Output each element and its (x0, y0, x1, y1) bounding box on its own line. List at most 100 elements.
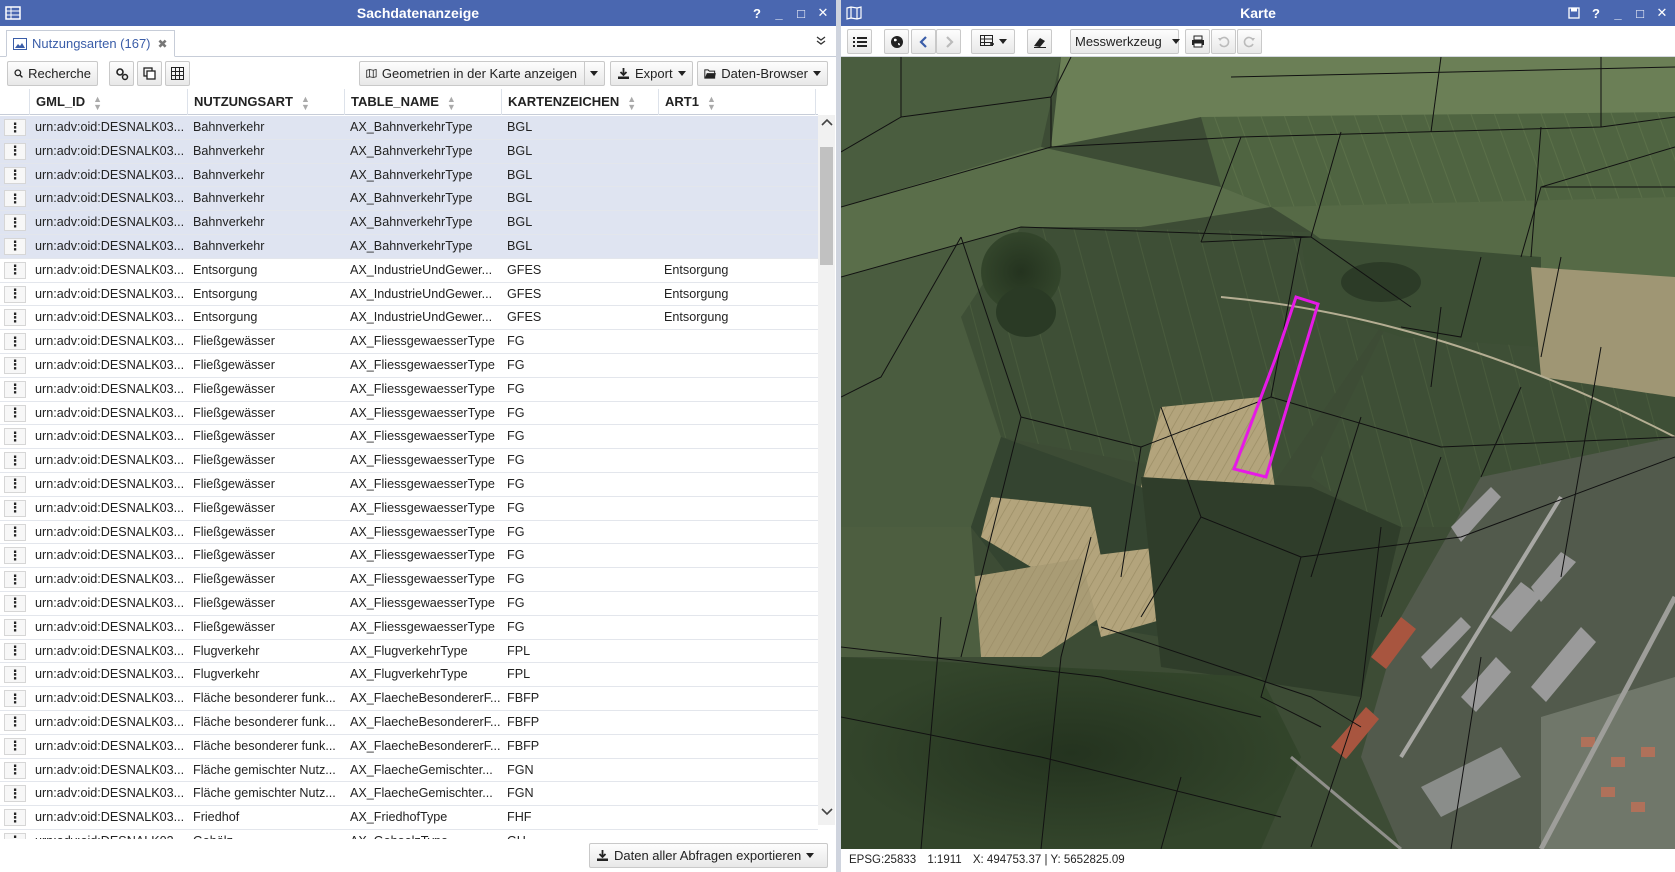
table-row[interactable]: ⋮ urn:adv:oid:DESNALK03... Fläche gemischt… (0, 759, 818, 783)
minimize-button[interactable]: _ (1609, 3, 1627, 23)
table-row[interactable]: ⋮ urn:adv:oid:DESNALK03... Fließgewässer AX… (0, 568, 818, 592)
recherche-button[interactable]: Recherche (7, 61, 98, 86)
table-row[interactable]: ⋮ urn:adv:oid:DESNALK03... Fließgewässer AX… (0, 544, 818, 569)
globe-button[interactable] (884, 29, 909, 54)
header-table-name[interactable]: TABLE_NAME ▲ ▼ (345, 89, 502, 115)
tab-close-icon[interactable]: ✖ (158, 37, 168, 51)
row-menu-icon[interactable]: ⋮ (4, 166, 26, 184)
table-row[interactable]: ⋮ urn:adv:oid:DESNALK03... Fläche besonder… (0, 711, 818, 735)
row-menu-icon[interactable]: ⋮ (4, 523, 26, 541)
header-gml-id[interactable]: GML_ID ▲ ▼ (30, 89, 188, 115)
table-row[interactable]: ⋮ urn:adv:oid:DESNALK03... Flugverkehr AX_F… (0, 640, 818, 664)
header-kartenzeichen[interactable]: KARTENZEICHEN ▲ ▼ (502, 89, 659, 115)
table-row[interactable]: ⋮ urn:adv:oid:DESNALK03... Fließgewässer AX… (0, 449, 818, 473)
row-menu-icon[interactable]: ⋮ (4, 142, 26, 160)
table-row[interactable]: ⋮ urn:adv:oid:DESNALK03... Bahnverkehr AX_B… (0, 234, 818, 259)
row-menu-icon[interactable]: ⋮ (4, 713, 26, 731)
tab-overflow-chevron-icon[interactable] (816, 34, 826, 48)
daten-browser-button[interactable]: Daten-Browser (697, 61, 828, 86)
forward-button[interactable] (936, 29, 961, 54)
table-row[interactable]: ⋮ urn:adv:oid:DESNALK03... Bahnverkehr AX_B… (0, 116, 818, 140)
row-menu-icon[interactable]: ⋮ (4, 333, 26, 351)
sachdaten-titlebar[interactable]: Sachdatenanzeige ? _ □ ✕ (0, 0, 836, 26)
row-menu-icon[interactable]: ⋮ (4, 594, 26, 612)
close-button[interactable]: ✕ (1653, 3, 1671, 23)
row-menu-icon[interactable]: ⋮ (4, 571, 26, 589)
scroll-down-chevron-icon[interactable] (820, 807, 833, 820)
table-row[interactable]: ⋮ urn:adv:oid:DESNALK03... Bahnverkehr AX_B… (0, 139, 818, 164)
row-menu-icon[interactable]: ⋮ (4, 690, 26, 708)
export-all-button[interactable]: Daten aller Abfragen exportieren (589, 843, 828, 868)
row-menu-icon[interactable]: ⋮ (4, 475, 26, 493)
table-row[interactable]: ⋮ urn:adv:oid:DESNALK03... Fließgewässer AX… (0, 354, 818, 378)
layer-list-button[interactable] (847, 29, 872, 54)
table-row[interactable]: ⋮ urn:adv:oid:DESNALK03... Fließgewässer AX… (0, 473, 818, 497)
table-row[interactable]: ⋮ urn:adv:oid:DESNALK03... Fließgewässer AX… (0, 497, 818, 521)
scroll-up-chevron-icon[interactable] (820, 117, 833, 130)
messwerkzeug-dropdown[interactable]: Messwerkzeug (1070, 29, 1180, 54)
close-button[interactable]: ✕ (814, 3, 832, 23)
help-button[interactable]: ? (1587, 3, 1605, 23)
redo-button[interactable] (1237, 29, 1262, 54)
tab-nutzungsarten[interactable]: Nutzungsarten (167) ✖ (6, 30, 175, 57)
table-row[interactable]: ⋮ urn:adv:oid:DESNALK03... Entsorgung AX_In… (0, 306, 818, 331)
row-menu-icon[interactable]: ⋮ (4, 547, 26, 565)
table-row[interactable]: ⋮ urn:adv:oid:DESNALK03... Flugverkehr AX_F… (0, 663, 818, 688)
row-menu-icon[interactable]: ⋮ (4, 119, 26, 136)
maximize-button[interactable]: □ (1631, 3, 1649, 23)
row-menu-icon[interactable]: ⋮ (4, 309, 26, 327)
row-menu-icon[interactable]: ⋮ (4, 285, 26, 303)
row-menu-icon[interactable]: ⋮ (4, 809, 26, 827)
help-button[interactable]: ? (748, 3, 766, 23)
row-menu-icon[interactable]: ⋮ (4, 237, 26, 255)
scroll-thumb[interactable] (820, 147, 833, 265)
row-menu-icon[interactable]: ⋮ (4, 261, 26, 279)
table-row[interactable]: ⋮ urn:adv:oid:DESNALK03... Bahnverkehr AX_B… (0, 187, 818, 212)
row-menu-icon[interactable]: ⋮ (4, 666, 26, 684)
row-menu-icon[interactable]: ⋮ (4, 618, 26, 636)
table-row[interactable]: ⋮ urn:adv:oid:DESNALK03... Bahnverkehr AX_B… (0, 211, 818, 235)
table-row[interactable]: ⋮ urn:adv:oid:DESNALK03... Entsorgung AX_In… (0, 259, 818, 283)
table-row[interactable]: ⋮ urn:adv:oid:DESNALK03... Fließgewässer AX… (0, 425, 818, 450)
row-menu-icon[interactable]: ⋮ (4, 785, 26, 803)
row-menu-icon[interactable]: ⋮ (4, 404, 26, 422)
table-view-button[interactable] (165, 61, 190, 86)
table-row[interactable]: ⋮ urn:adv:oid:DESNALK03... Entsorgung AX_In… (0, 283, 818, 307)
table-row[interactable]: ⋮ urn:adv:oid:DESNALK03... Fließgewässer AX… (0, 402, 818, 426)
table-row[interactable]: ⋮ urn:adv:oid:DESNALK03... Friedhof AX_Frie… (0, 806, 818, 830)
row-menu-icon[interactable]: ⋮ (4, 428, 26, 446)
table-row[interactable]: ⋮ urn:adv:oid:DESNALK03... Bahnverkehr AX_B… (0, 163, 818, 188)
print-button[interactable] (1185, 29, 1210, 54)
row-menu-icon[interactable]: ⋮ (4, 214, 26, 232)
row-menu-icon[interactable]: ⋮ (4, 356, 26, 374)
layers-button[interactable] (971, 29, 1015, 54)
table-row[interactable]: ⋮ urn:adv:oid:DESNALK03... Fließgewässer AX… (0, 592, 818, 616)
eraser-button[interactable] (1027, 29, 1052, 54)
row-menu-icon[interactable]: ⋮ (4, 737, 26, 755)
row-menu-icon[interactable]: ⋮ (4, 190, 26, 208)
geometrien-dropdown-caret-icon[interactable] (590, 71, 598, 76)
row-menu-icon[interactable]: ⋮ (4, 761, 26, 779)
row-menu-icon[interactable]: ⋮ (4, 642, 26, 660)
table-row[interactable]: ⋮ urn:adv:oid:DESNALK03... Fließgewässer AX… (0, 378, 818, 402)
table-row[interactable]: ⋮ urn:adv:oid:DESNALK03... Fläche gemischt… (0, 782, 818, 807)
table-row[interactable]: ⋮urn:adv:oid:DESNALK03...GehölzAX_Gehoel… (0, 830, 818, 839)
minimize-button[interactable]: _ (770, 3, 788, 23)
table-row[interactable]: ⋮ urn:adv:oid:DESNALK03... Fläche besonder… (0, 687, 818, 711)
save-button[interactable] (1565, 3, 1583, 23)
map-canvas[interactable] (841, 57, 1675, 849)
copy-button[interactable] (137, 61, 162, 86)
table-row[interactable]: ⋮ urn:adv:oid:DESNALK03... Fließgewässer AX… (0, 521, 818, 545)
maximize-button[interactable]: □ (792, 3, 810, 23)
karte-titlebar[interactable]: Karte ? _ □ ✕ (841, 0, 1675, 26)
undo-button[interactable] (1211, 29, 1236, 54)
geometrien-anzeigen-button[interactable]: Geometrien in der Karte anzeigen (359, 61, 605, 86)
table-scrollbar[interactable] (818, 115, 835, 825)
row-menu-icon[interactable]: ⋮ (4, 380, 26, 398)
back-button[interactable] (911, 29, 936, 54)
header-art1[interactable]: ART1 ▲ ▼ (659, 89, 816, 115)
table-row[interactable]: ⋮ urn:adv:oid:DESNALK03... Fließgewässer AX… (0, 616, 818, 640)
table-row[interactable]: ⋮ urn:adv:oid:DESNALK03... Fließgewässer AX… (0, 330, 818, 354)
header-nutzungsart[interactable]: NUTZUNGSART ▲ ▼ (188, 89, 345, 115)
row-menu-icon[interactable]: ⋮ (4, 452, 26, 470)
